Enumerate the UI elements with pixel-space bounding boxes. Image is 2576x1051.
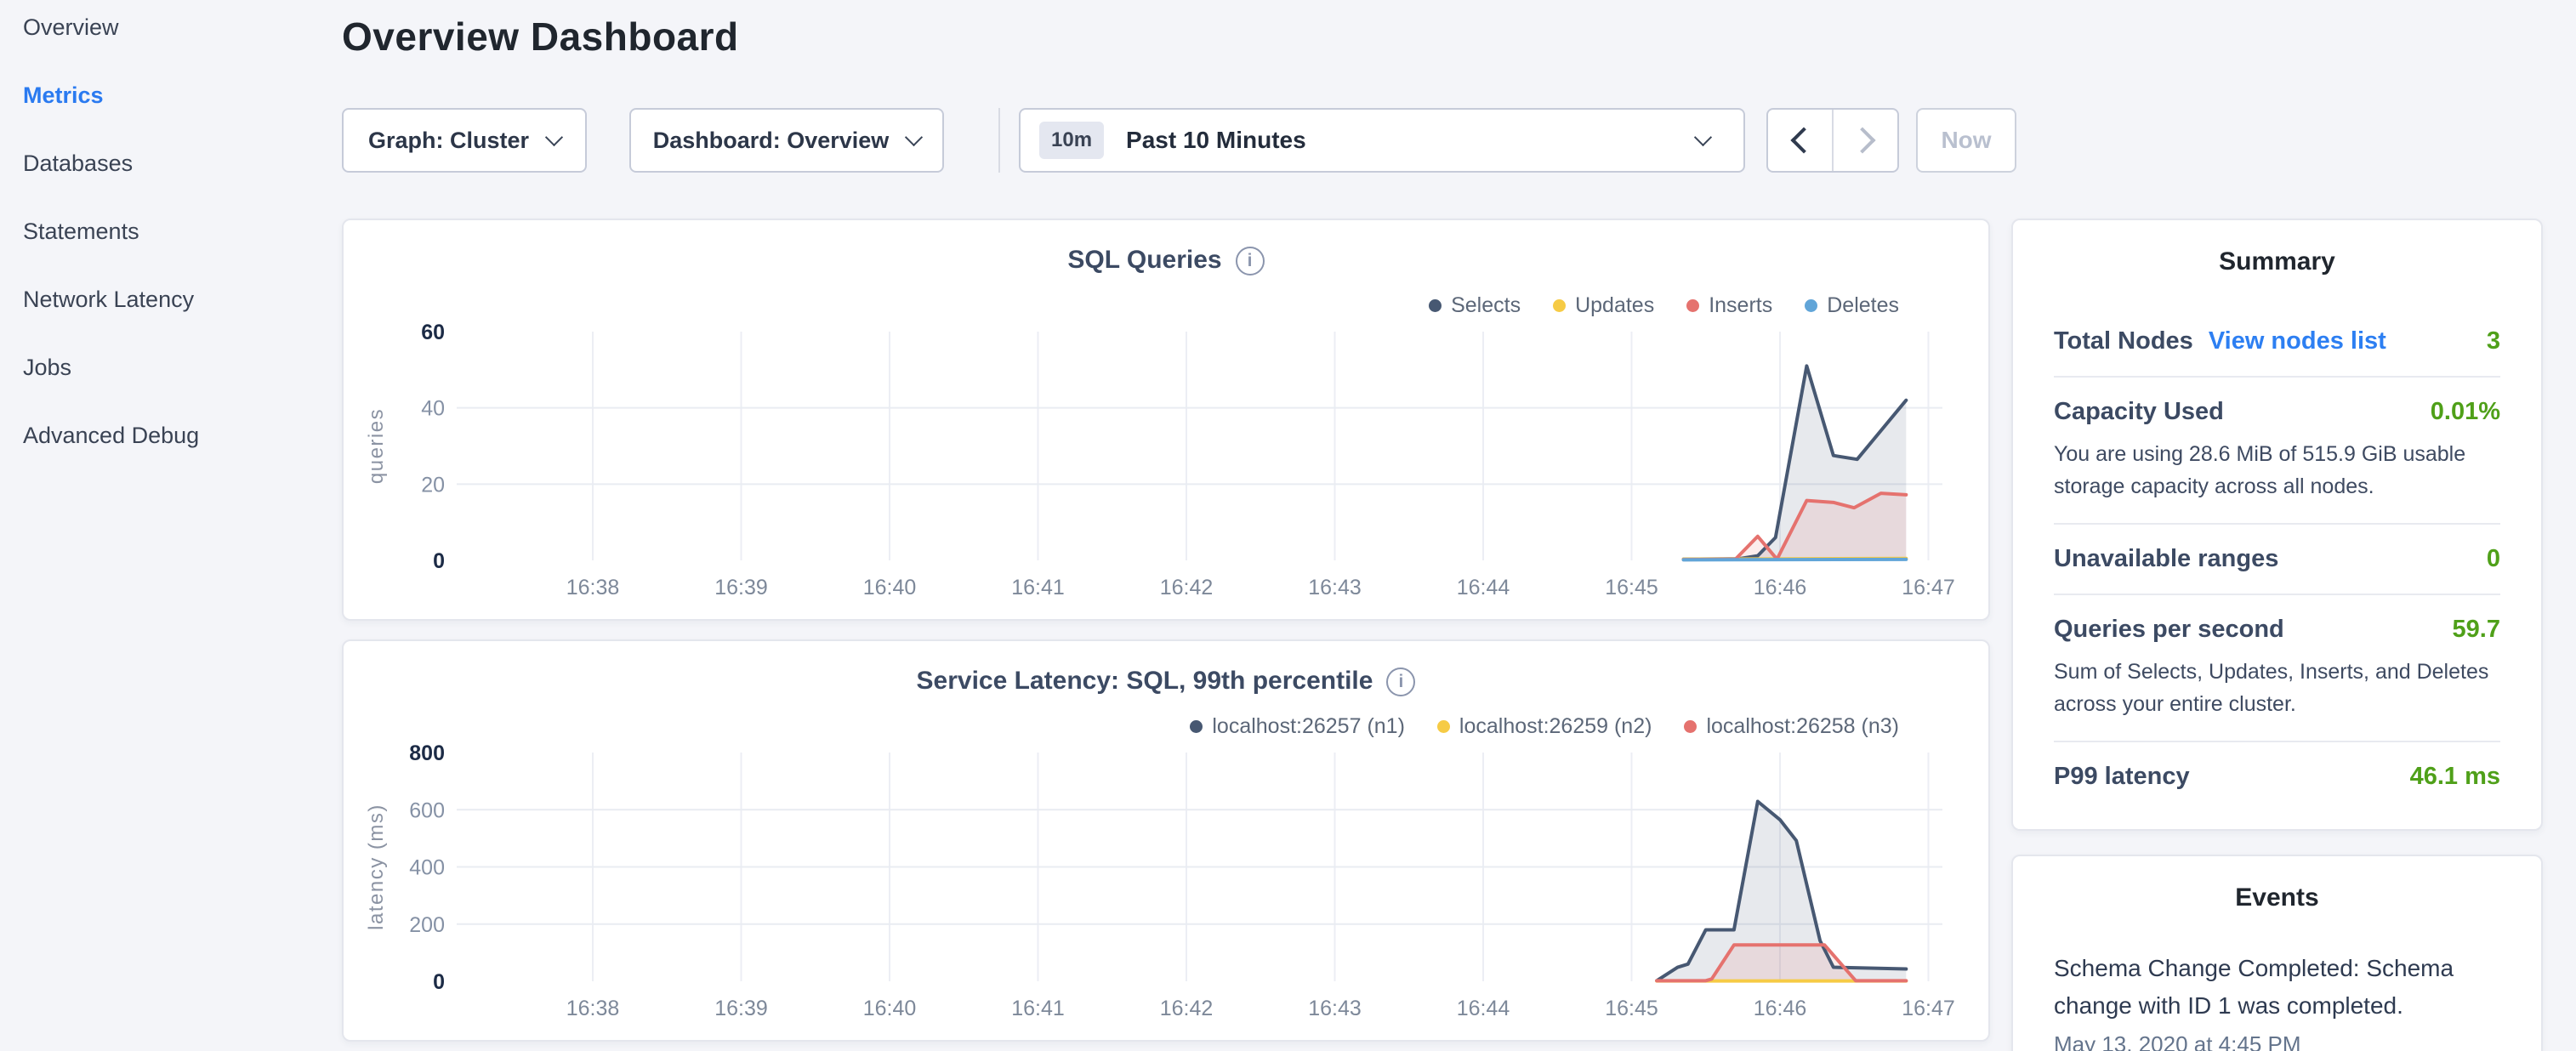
summary-row-label: Queries per second (2054, 616, 2284, 644)
summary-title: Summary (2054, 247, 2500, 276)
summary-rows: Total Nodes View nodes list 3 Capacity Used… (2054, 307, 2500, 811)
svg-text:16:45: 16:45 (1605, 997, 1658, 1020)
time-window-badge: 10m (1039, 122, 1104, 159)
summary-row-value: 0.01% (2431, 398, 2500, 426)
svg-text:16:43: 16:43 (1308, 997, 1362, 1020)
graph-dropdown-label: Graph: Cluster (368, 128, 529, 154)
sidebar-item-advanced-debug[interactable]: Advanced Debug (23, 420, 329, 451)
sidebar-item-jobs[interactable]: Jobs (23, 352, 329, 383)
svg-text:16:38: 16:38 (566, 576, 620, 599)
svg-text:16:40: 16:40 (863, 576, 917, 599)
sql-queries-chart-card: SQL Queriesi SelectsUpdatesInsertsDelete… (342, 219, 1990, 621)
svg-text:16:38: 16:38 (566, 997, 620, 1020)
svg-text:16:39: 16:39 (714, 576, 768, 599)
sidebar-item-databases[interactable]: Databases (23, 148, 329, 179)
chevron-right-icon (1849, 127, 1875, 153)
svg-text:16:43: 16:43 (1308, 576, 1362, 599)
svg-text:40: 40 (421, 397, 445, 421)
summary-row-value: 3 (2487, 327, 2500, 355)
chevron-down-icon (905, 128, 923, 145)
summary-row-label: Capacity Used (2054, 398, 2224, 426)
events-panel: Events Schema Change Completed: Schema c… (2011, 855, 2543, 1051)
summary-row-label: Total Nodes (2054, 327, 2193, 355)
svg-text:16:41: 16:41 (1011, 997, 1065, 1020)
svg-text:16:46: 16:46 (1754, 576, 1807, 599)
summary-row-label: Unavailable ranges (2054, 545, 2278, 573)
controls-divider (998, 108, 1000, 173)
svg-text:16:45: 16:45 (1605, 576, 1658, 599)
svg-text:800: 800 (409, 741, 445, 765)
time-window-label: Past 10 Minutes (1126, 127, 1697, 154)
svg-text:0: 0 (433, 970, 445, 994)
svg-text:16:42: 16:42 (1160, 997, 1214, 1020)
summary-row-unavailable-ranges: Unavailable ranges 0 (2054, 525, 2500, 595)
summary-row-subtext: You are using 28.6 MiB of 515.9 GiB usab… (2054, 438, 2500, 503)
sql-queries-chart: 16:38 16:39 16:40 16:41 16:42 16:43 16:44 16:45… (344, 220, 1992, 622)
chevron-down-icon (1694, 128, 1712, 145)
sidebar-item-metrics[interactable]: Metrics (23, 80, 329, 111)
now-button[interactable]: Now (1916, 108, 2016, 173)
svg-text:16:46: 16:46 (1754, 997, 1807, 1020)
svg-text:0: 0 (433, 549, 445, 573)
event-item[interactable]: Schema Change Completed: Schema change w… (2054, 950, 2500, 1051)
svg-text:20: 20 (421, 473, 445, 497)
svg-text:16:41: 16:41 (1011, 576, 1065, 599)
graph-dropdown[interactable]: Graph: Cluster (342, 108, 587, 173)
next-time-button-disabled[interactable] (1834, 110, 1897, 171)
events-title: Events (2054, 883, 2500, 912)
page: Overview Metrics Databases Statements Networ… (0, 0, 2576, 1051)
summary-row-value: 46.1 ms (2410, 763, 2500, 791)
sidebar: Overview Metrics Databases Statements Networ… (23, 12, 329, 488)
summary-row-capacity-used: Capacity Used 0.01% You are using 28.6 MiB… (2054, 378, 2500, 525)
sidebar-item-network-latency[interactable]: Network Latency (23, 284, 329, 315)
service-latency-chart-card: Service Latency: SQL, 99th percentilei l… (342, 639, 1990, 1042)
svg-text:16:40: 16:40 (863, 997, 917, 1020)
sidebar-item-overview[interactable]: Overview (23, 12, 329, 43)
summary-panel: Summary Total Nodes View nodes list 3 Capac… (2011, 219, 2543, 831)
events-list: Schema Change Completed: Schema change w… (2054, 950, 2500, 1051)
summary-row-value: 0 (2487, 545, 2500, 573)
chevron-down-icon (545, 128, 563, 145)
event-text: Schema Change Completed: Schema change w… (2054, 950, 2500, 1025)
page-title: Overview Dashboard (342, 14, 739, 60)
dashboard-dropdown[interactable]: Dashboard: Overview (629, 108, 944, 173)
view-nodes-list-link[interactable]: View nodes list (2209, 327, 2386, 355)
svg-text:400: 400 (409, 856, 445, 880)
svg-text:16:42: 16:42 (1160, 576, 1214, 599)
svg-text:16:47: 16:47 (1902, 576, 1955, 599)
chevron-left-icon (1790, 127, 1817, 153)
dashboard-dropdown-label: Dashboard: Overview (653, 128, 890, 154)
svg-text:600: 600 (409, 798, 445, 822)
summary-row-queries-per-second: Queries per second 59.7 Sum of Selects, Up… (2054, 595, 2500, 742)
summary-row-label: P99 latency (2054, 763, 2190, 791)
summary-row-value: 59.7 (2453, 616, 2500, 644)
summary-row-subtext: Sum of Selects, Updates, Inserts, and De… (2054, 656, 2500, 720)
svg-text:latency (ms): latency (ms) (365, 804, 388, 930)
sidebar-item-statements[interactable]: Statements (23, 216, 329, 247)
time-window-selector[interactable]: 10m Past 10 Minutes (1019, 108, 1745, 173)
svg-text:16:47: 16:47 (1902, 997, 1955, 1020)
svg-text:16:44: 16:44 (1457, 576, 1510, 599)
svg-text:60: 60 (421, 321, 445, 344)
svg-text:16:44: 16:44 (1457, 997, 1510, 1020)
svg-text:queries: queries (365, 408, 388, 484)
service-latency-chart: 16:38 16:39 16:40 16:41 16:42 16:43 16:44 16:45… (344, 641, 1992, 1043)
time-step-button-group (1766, 108, 1899, 173)
svg-text:16:39: 16:39 (714, 997, 768, 1020)
summary-row-p99-latency: P99 latency 46.1 ms (2054, 742, 2500, 811)
summary-row-total-nodes: Total Nodes View nodes list 3 (2054, 307, 2500, 378)
svg-text:200: 200 (409, 913, 445, 937)
prev-time-button[interactable] (1768, 110, 1834, 171)
event-timestamp: May 13, 2020 at 4:45 PM (2054, 1031, 2500, 1051)
